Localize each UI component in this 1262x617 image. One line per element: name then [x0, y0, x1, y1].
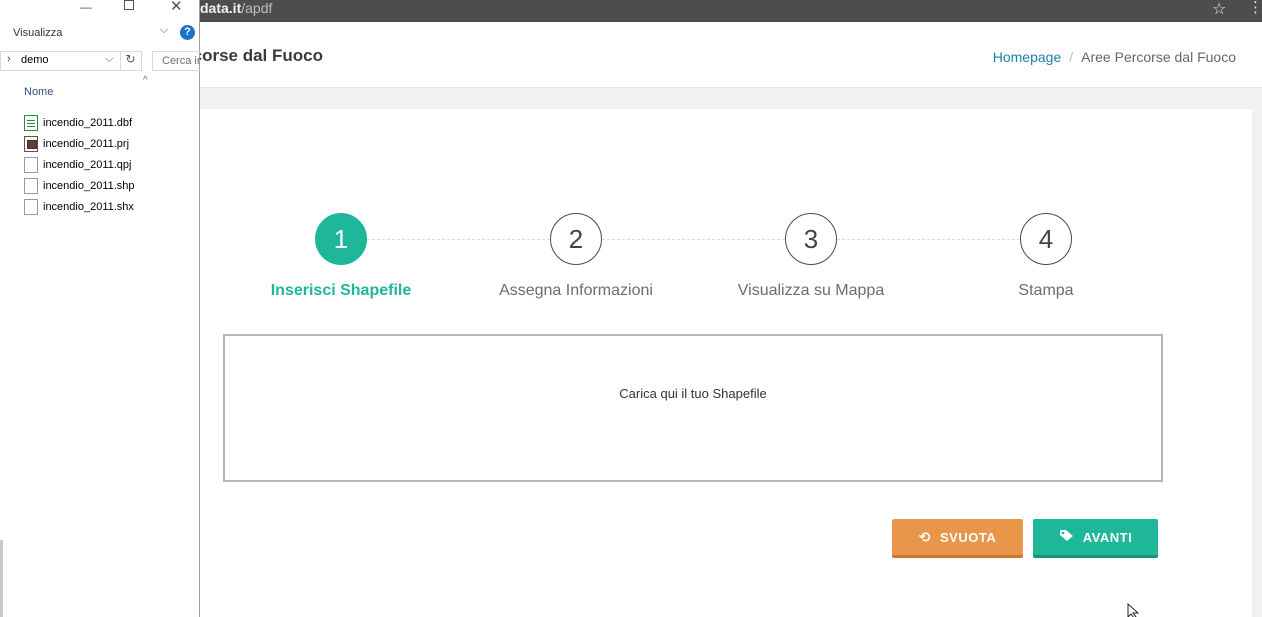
maximize-icon[interactable]: [124, 0, 134, 10]
close-icon[interactable]: ✕: [170, 0, 183, 15]
dropzone-text: Carica qui il tuo Shapefile: [619, 386, 767, 401]
step-label: Visualizza su Mappa: [737, 282, 885, 299]
kebab-icon[interactable]: ⋮: [1248, 0, 1262, 16]
url-text[interactable]: data.it/apdf: [200, 1, 272, 15]
wizard-step-4[interactable]: 4 Stampa: [926, 213, 1166, 300]
breadcrumb-home-link[interactable]: Homepage: [993, 49, 1062, 65]
next-button-label: AVANTI: [1082, 529, 1133, 545]
chevron-down-icon[interactable]: ⌵: [160, 24, 168, 37]
list-item[interactable]: incendio_2011.shx: [24, 196, 135, 217]
generic-file-icon: [24, 177, 38, 194]
list-item[interactable]: incendio_2011.prj: [24, 133, 135, 154]
wizard-step-1[interactable]: 1 Inserisci Shapefile: [221, 213, 461, 300]
next-button[interactable]: AVANTI: [1033, 519, 1158, 558]
explorer-ribbon: Visualizza ⌵ ?: [0, 24, 200, 44]
path-text: demo: [21, 54, 49, 66]
file-name: incendio_2011.prj: [43, 137, 130, 150]
generic-file-icon: [24, 198, 38, 215]
list-item[interactable]: incendio_2011.qpj: [24, 154, 135, 175]
step-label: Stampa: [1018, 282, 1074, 299]
shapefile-dropzone[interactable]: Carica qui il tuo Shapefile: [223, 334, 1163, 482]
undo-icon: ⟲: [918, 528, 931, 545]
step-number: 2: [550, 213, 602, 265]
scrollbar[interactable]: [0, 540, 3, 617]
spreadsheet-file-icon: [24, 114, 38, 131]
clear-button-label: SVUOTA: [940, 529, 997, 545]
file-name: incendio_2011.shx: [43, 200, 134, 213]
step-number: 1: [315, 213, 367, 265]
projection-file-icon: [24, 135, 38, 152]
help-icon[interactable]: ?: [180, 25, 195, 40]
star-icon[interactable]: ☆: [1212, 0, 1226, 19]
file-explorer-window: — ✕ Visualizza ⌵ ? › demo ⌵ ↻ Cerca in d…: [0, 0, 200, 617]
url-host: data.it: [200, 0, 242, 16]
ribbon-tab-view[interactable]: Visualizza: [13, 27, 62, 39]
file-name: incendio_2011.shp: [43, 179, 135, 192]
url-path: /apdf: [241, 0, 273, 16]
chevron-right-icon: ›: [7, 53, 11, 65]
generic-file-icon: [24, 156, 38, 173]
refresh-icon[interactable]: ↻: [120, 52, 140, 70]
step-label: Inserisci Shapefile: [270, 282, 412, 299]
clear-button[interactable]: ⟲ SVUOTA: [892, 519, 1023, 558]
list-item[interactable]: incendio_2011.shp: [24, 175, 135, 196]
step-number: 4: [1020, 213, 1072, 265]
window-controls: — ✕: [0, 0, 200, 20]
file-name: incendio_2011.qpj: [43, 158, 132, 171]
minimize-icon[interactable]: —: [80, 0, 92, 14]
step-label: Assegna Informazioni: [499, 282, 653, 299]
file-list: incendio_2011.dbf incendio_2011.prj ince…: [24, 112, 135, 217]
step-number: 3: [785, 213, 837, 265]
wizard-step-3[interactable]: 3 Visualizza su Mappa: [691, 213, 931, 300]
list-item[interactable]: incendio_2011.dbf: [24, 112, 135, 133]
breadcrumb-current: Aree Percorse dal Fuoco: [1081, 49, 1236, 65]
breadcrumb: Homepage / Aree Percorse dal Fuoco: [993, 49, 1236, 65]
column-header-name[interactable]: Nome: [24, 86, 53, 98]
sort-up-icon: ^: [143, 75, 148, 86]
page-title: rcorse dal Fuoco: [186, 46, 323, 65]
breadcrumb-separator: /: [1069, 49, 1074, 65]
tag-icon: [1059, 529, 1074, 545]
file-name: incendio_2011.dbf: [43, 116, 133, 129]
wizard-step-2[interactable]: 2 Assegna Informazioni: [456, 213, 696, 300]
search-input[interactable]: Cerca in demo: [152, 51, 200, 71]
chevron-down-icon[interactable]: ⌵: [105, 53, 113, 66]
search-placeholder: Cerca in demo: [162, 55, 200, 67]
